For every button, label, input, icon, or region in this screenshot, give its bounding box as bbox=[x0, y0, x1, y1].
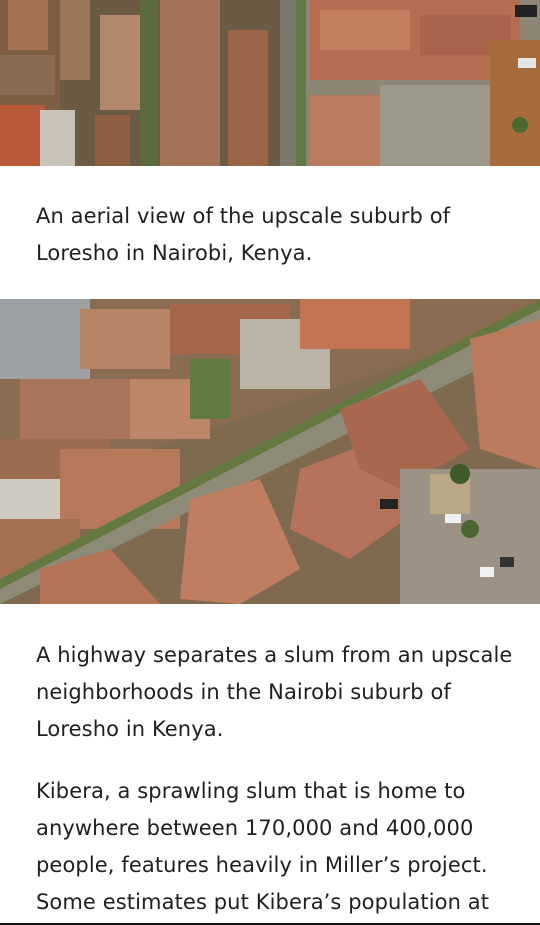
photo-caption-highway: A highway separates a slum from an upsca… bbox=[36, 643, 513, 741]
aerial-photo-highway bbox=[0, 299, 540, 604]
photo-caption-loresho: An aerial view of the upscale suburb of … bbox=[36, 204, 451, 265]
aerial-photo-top bbox=[0, 0, 540, 166]
article-paragraph: Kibera, a sprawling slum that is home to… bbox=[36, 779, 490, 914]
